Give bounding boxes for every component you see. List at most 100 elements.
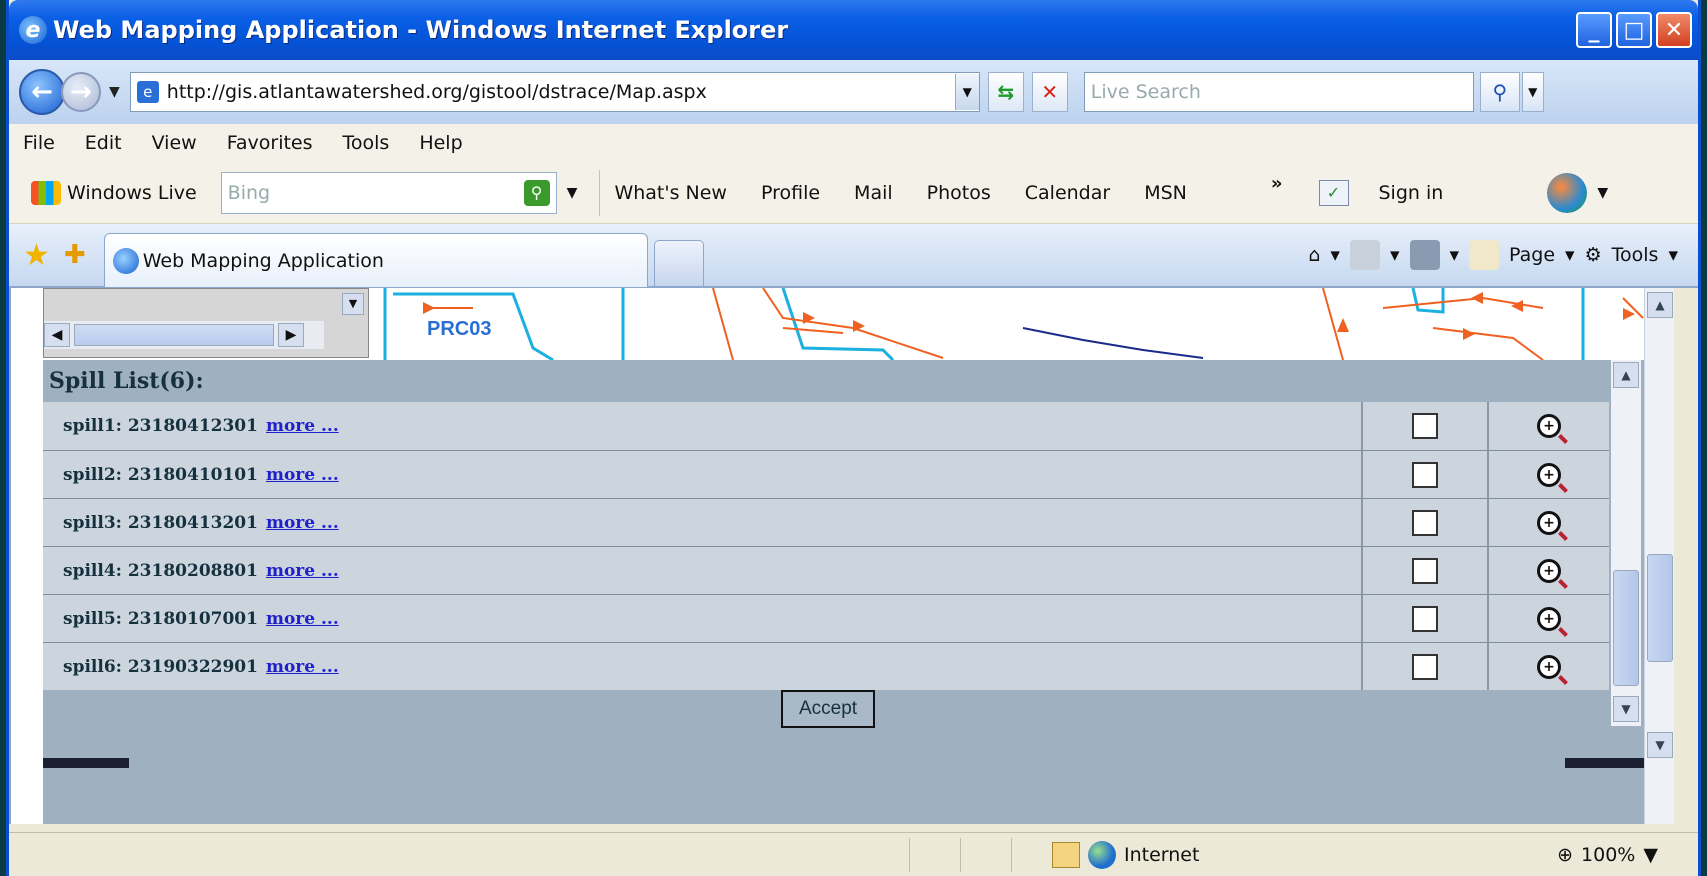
- zoom-dropdown-icon[interactable]: ▼: [1643, 844, 1658, 866]
- tools-dropdown-icon[interactable]: ▾: [1668, 244, 1678, 266]
- menu-edit[interactable]: Edit: [85, 132, 122, 154]
- print-icon[interactable]: [1409, 240, 1440, 270]
- page-dropdown-icon[interactable]: ▾: [1565, 244, 1575, 266]
- new-tab-button[interactable]: [653, 240, 704, 286]
- bing-search-input[interactable]: Bing ⚲: [220, 171, 557, 214]
- spill-list-panel: Spill List(6): spill1: 23180412301 more …: [43, 360, 1645, 760]
- maximize-button[interactable]: □: [1616, 12, 1652, 48]
- print-dropdown-icon[interactable]: ▾: [1450, 244, 1460, 266]
- zoom-to-icon[interactable]: +: [1537, 414, 1561, 438]
- link-calendar[interactable]: Calendar: [1025, 182, 1110, 204]
- menu-view[interactable]: View: [152, 132, 197, 154]
- home-dropdown-icon[interactable]: ▾: [1330, 244, 1340, 266]
- spill-scroll-up-icon[interactable]: ▲: [1613, 362, 1639, 388]
- more-link[interactable]: more ...: [266, 609, 339, 629]
- search-dropdown-icon[interactable]: ▼: [1521, 72, 1544, 112]
- checkbox-toolbar-icon[interactable]: ✓: [1318, 179, 1349, 206]
- link-msn[interactable]: MSN: [1144, 182, 1187, 204]
- more-link[interactable]: more ...: [266, 416, 339, 436]
- more-links-chevron-icon[interactable]: »: [1271, 173, 1283, 194]
- refresh-button[interactable]: ⇆: [987, 72, 1024, 112]
- menu-help[interactable]: Help: [419, 132, 462, 154]
- more-link[interactable]: more ...: [266, 465, 339, 485]
- page-scrollbar[interactable]: ▲ ▼: [1644, 288, 1674, 824]
- bing-dropdown-icon[interactable]: ▼: [567, 185, 578, 201]
- left-panel: ▼ ◀ ▶: [43, 288, 369, 358]
- menu-file[interactable]: File: [23, 132, 55, 154]
- ie-logo-icon: e: [19, 16, 47, 44]
- page-scroll-thumb[interactable]: [1647, 554, 1673, 662]
- tab-web-mapping-application[interactable]: Web Mapping Application: [103, 233, 648, 287]
- close-button[interactable]: ✕: [1656, 12, 1692, 48]
- msn-butterfly-icon[interactable]: [1547, 172, 1588, 213]
- map-canvas: [383, 288, 1644, 360]
- forward-button[interactable]: →: [61, 72, 101, 112]
- scroll-left-icon[interactable]: ◀: [44, 323, 70, 347]
- add-favorites-icon[interactable]: ✚: [64, 240, 86, 270]
- menu-favorites[interactable]: Favorites: [227, 132, 313, 154]
- spill-checkbox[interactable]: [1412, 461, 1438, 488]
- scroll-thumb[interactable]: [74, 324, 274, 346]
- zoom-level[interactable]: ⊕ 100% ▼: [1557, 844, 1658, 866]
- address-field[interactable]: e http://gis.atlantawatershed.org/gistoo…: [129, 72, 980, 112]
- spill-checkbox[interactable]: [1412, 413, 1438, 439]
- select-cell: [1363, 595, 1489, 642]
- history-dropdown-icon[interactable]: ▼: [109, 84, 120, 100]
- zoom-to-icon[interactable]: +: [1537, 654, 1561, 679]
- bing-search-icon[interactable]: ⚲: [523, 179, 550, 206]
- more-link[interactable]: more ...: [266, 561, 339, 581]
- windows-live-brand[interactable]: Windows Live: [67, 182, 197, 204]
- link-mail[interactable]: Mail: [854, 182, 893, 204]
- strip-block-right: [1565, 758, 1645, 768]
- zoom-to-icon[interactable]: +: [1537, 558, 1561, 583]
- favorites-star-icon[interactable]: ★: [23, 238, 50, 273]
- spill-checkbox[interactable]: [1412, 653, 1438, 680]
- tools-menu[interactable]: Tools: [1612, 244, 1659, 266]
- page-menu[interactable]: Page: [1509, 244, 1555, 266]
- zoom-to-icon[interactable]: +: [1537, 462, 1561, 487]
- zoom-cell: +: [1489, 595, 1609, 642]
- msn-dropdown-icon[interactable]: ▼: [1597, 185, 1608, 201]
- status-bar: Internet ⊕ 100% ▼: [9, 832, 1698, 876]
- address-url[interactable]: http://gis.atlantawatershed.org/gistool/…: [167, 81, 955, 103]
- spill-label-cell: spill6: 23190322901 more ...: [43, 643, 1363, 690]
- feeds-icon[interactable]: [1349, 240, 1380, 270]
- spill-label: spill2: 23180410101: [63, 464, 258, 485]
- more-link[interactable]: more ...: [266, 657, 339, 677]
- sign-in-link[interactable]: Sign in: [1379, 182, 1444, 204]
- scroll-right-icon[interactable]: ▶: [278, 323, 304, 347]
- spill-row-1: spill1: 23180412301 more ... +: [43, 402, 1609, 450]
- address-dropdown-icon[interactable]: ▼: [954, 74, 979, 110]
- feeds-dropdown-icon[interactable]: ▾: [1390, 244, 1400, 266]
- page-scroll-up-icon[interactable]: ▲: [1647, 292, 1673, 318]
- address-bar-row: ← → ▼ e http://gis.atlantawatershed.org/…: [9, 60, 1698, 124]
- spill-checkbox[interactable]: [1412, 509, 1438, 536]
- spill-scroll-down-icon[interactable]: ▼: [1613, 696, 1639, 722]
- back-button[interactable]: ←: [19, 69, 65, 115]
- home-icon[interactable]: ⌂: [1308, 244, 1320, 266]
- stop-button[interactable]: ✕: [1031, 72, 1068, 112]
- zoom-to-icon[interactable]: +: [1537, 510, 1561, 535]
- spill-checkbox[interactable]: [1412, 557, 1438, 584]
- spill-row-3: spill3: 23180413201 more ... +: [43, 498, 1609, 546]
- title-bar: e Web Mapping Application - Windows Inte…: [9, 0, 1698, 60]
- zoom-to-icon[interactable]: +: [1537, 606, 1561, 631]
- menu-tools[interactable]: Tools: [343, 132, 390, 154]
- accept-button[interactable]: Accept: [781, 690, 875, 728]
- minimize-button[interactable]: _: [1576, 12, 1612, 48]
- page-scroll-down-icon[interactable]: ▼: [1647, 732, 1673, 758]
- spill-checkbox[interactable]: [1412, 605, 1438, 632]
- more-link[interactable]: more ...: [266, 513, 339, 533]
- link-photos[interactable]: Photos: [927, 182, 991, 204]
- spill-list-scrollbar[interactable]: ▲ ▼: [1611, 360, 1641, 726]
- left-panel-scroll-down-icon[interactable]: ▼: [342, 293, 364, 315]
- security-zone[interactable]: Internet: [1052, 840, 1199, 869]
- tab-ie-icon: [112, 247, 139, 274]
- map-view[interactable]: PRC03: [383, 288, 1645, 360]
- search-icon[interactable]: ⚲: [1479, 72, 1520, 112]
- live-search-input[interactable]: Live Search: [1083, 72, 1474, 112]
- link-whats-new[interactable]: What's New: [614, 182, 727, 204]
- link-profile[interactable]: Profile: [761, 182, 820, 204]
- left-panel-horizontal-scrollbar[interactable]: ◀ ▶: [44, 321, 324, 349]
- spill-scroll-thumb[interactable]: [1613, 570, 1639, 686]
